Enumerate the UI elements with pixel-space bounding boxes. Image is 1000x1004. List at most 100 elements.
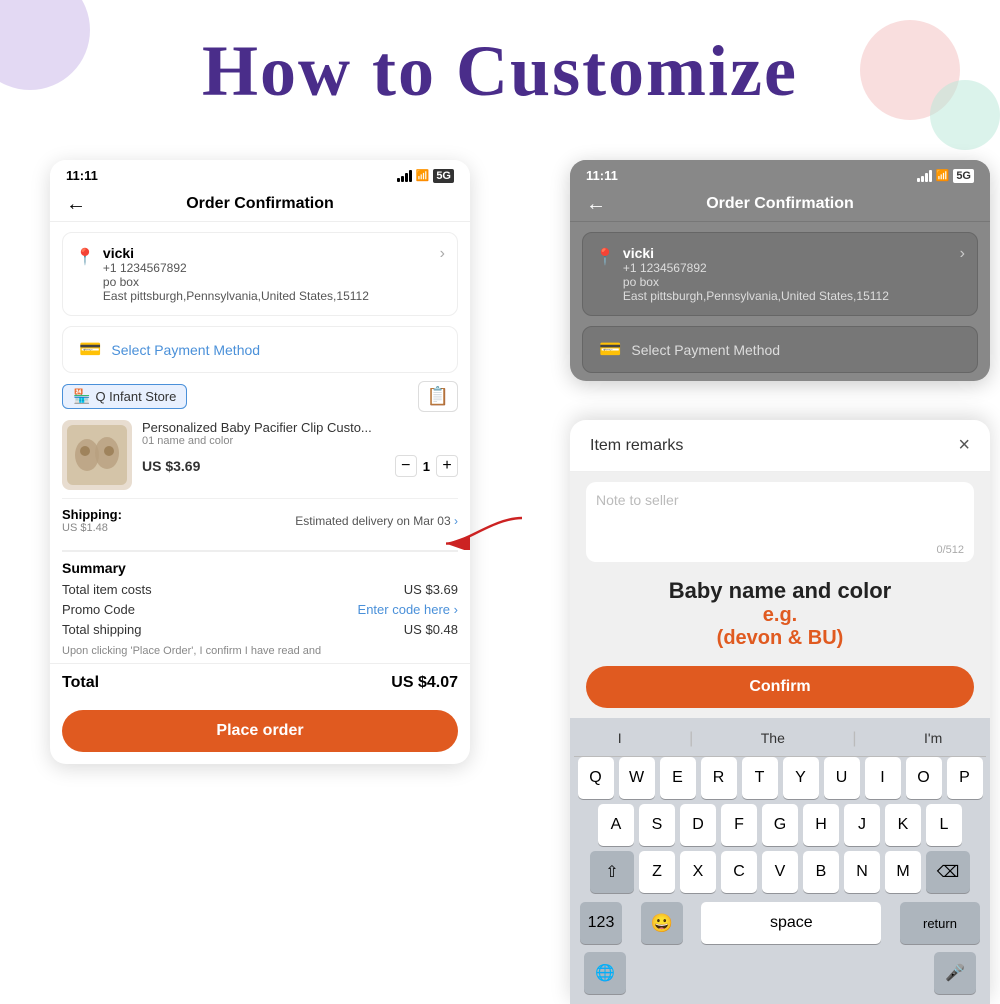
right-payment-label: Select Payment Method	[631, 342, 780, 358]
left-product-price: US $3.69	[142, 458, 200, 474]
suggestion-im[interactable]: I'm	[924, 730, 942, 748]
left-disclaimer: Upon clicking 'Place Order', I confirm I…	[62, 645, 458, 657]
place-order-button[interactable]: Place order	[62, 710, 458, 752]
keyboard-row-3: ⇧ Z X C V B N M ⌫	[574, 851, 986, 893]
key-e[interactable]: E	[660, 757, 696, 799]
popup-close-button[interactable]: ×	[958, 434, 970, 457]
key-y[interactable]: Y	[783, 757, 819, 799]
right-phone-screenshot: 11:11 📶 5G ← Order Confirmation 📍 vicki …	[570, 160, 990, 381]
popup-confirm-button[interactable]: Confirm	[586, 666, 974, 708]
keyboard-bottom-row: 123 😀 space return	[574, 898, 986, 948]
key-d[interactable]: D	[680, 804, 716, 846]
main-title: How to Customize	[0, 30, 1000, 113]
left-promo-row[interactable]: Promo Code Enter code here ›	[62, 602, 458, 617]
right-payment-icon: 💳	[599, 339, 621, 360]
key-n[interactable]: N	[844, 851, 880, 893]
key-c[interactable]: C	[721, 851, 757, 893]
right-address-phone: +1 1234567892	[623, 261, 960, 275]
right-location-icon: 📍	[595, 247, 615, 267]
key-m[interactable]: M	[885, 851, 921, 893]
left-status-time: 11:11	[66, 168, 98, 183]
right-address-name: vicki	[623, 245, 960, 261]
key-r[interactable]: R	[701, 757, 737, 799]
left-total-value: US $4.07	[391, 674, 458, 692]
right-address-card[interactable]: 📍 vicki +1 1234567892 po box East pittsb…	[582, 232, 978, 316]
left-promo-value[interactable]: Enter code here ›	[358, 602, 458, 617]
left-address-phone: +1 1234567892	[103, 261, 440, 275]
qty-increase-button[interactable]: +	[436, 455, 458, 477]
key-l[interactable]: L	[926, 804, 962, 846]
left-address-card[interactable]: 📍 vicki +1 1234567892 po box East pittsb…	[62, 232, 458, 316]
location-icon: 📍	[75, 247, 95, 267]
note-area[interactable]: Note to seller 0/512	[586, 482, 974, 562]
key-i[interactable]: I	[865, 757, 901, 799]
left-shipping-delivery: Estimated delivery on Mar 03 ›	[295, 514, 458, 528]
key-h[interactable]: H	[803, 804, 839, 846]
right-status-icons: 📶 5G	[917, 169, 974, 183]
key-o[interactable]: O	[906, 757, 942, 799]
return-key[interactable]: return	[900, 902, 980, 944]
network-icon: 5G	[433, 169, 454, 183]
right-address-line1: po box	[623, 275, 960, 289]
right-back-arrow-icon[interactable]: ←	[586, 193, 606, 216]
right-address-chevron-icon: ›	[960, 245, 965, 263]
key-u[interactable]: U	[824, 757, 860, 799]
key-s[interactable]: S	[639, 804, 675, 846]
baby-name-hint: Baby name and color e.g.(devon & BU)	[570, 572, 990, 660]
right-order-header: ← Order Confirmation	[570, 187, 990, 222]
left-address-info: vicki +1 1234567892 po box East pittsbur…	[103, 245, 440, 303]
right-status-bar: 11:11 📶 5G	[570, 160, 990, 187]
numbers-key[interactable]: 123	[580, 902, 622, 944]
key-z[interactable]: Z	[639, 851, 675, 893]
left-summary-section: Summary Total item costs US $3.69 Promo …	[62, 550, 458, 637]
left-header-title: Order Confirmation	[186, 195, 334, 213]
shift-key[interactable]: ⇧	[590, 851, 634, 893]
item-remarks-popup: Item remarks × Note to seller 0/512 Baby…	[570, 420, 990, 1004]
key-p[interactable]: P	[947, 757, 983, 799]
key-k[interactable]: K	[885, 804, 921, 846]
note-icon-button[interactable]: 📋	[418, 381, 458, 412]
left-address-line2: East pittsburgh,Pennsylvania,United Stat…	[103, 289, 440, 303]
key-j[interactable]: J	[844, 804, 880, 846]
left-total-items-row: Total item costs US $3.69	[62, 582, 458, 597]
delete-key[interactable]: ⌫	[926, 851, 970, 893]
left-qty-number: 1	[423, 459, 430, 474]
key-b[interactable]: B	[803, 851, 839, 893]
left-total-shipping-label: Total shipping	[62, 622, 142, 637]
key-v[interactable]: V	[762, 851, 798, 893]
left-product-info: Personalized Baby Pacifier Clip Custo...…	[142, 420, 458, 477]
left-product-row: Personalized Baby Pacifier Clip Custo...…	[62, 420, 458, 490]
space-key[interactable]: space	[701, 902, 881, 944]
key-t[interactable]: T	[742, 757, 778, 799]
key-a[interactable]: A	[598, 804, 634, 846]
popup-header: Item remarks ×	[570, 420, 990, 472]
payment-icon: 💳	[79, 339, 101, 360]
hint-title: Baby name and color	[580, 578, 980, 604]
left-product-variant: 01 name and color	[142, 435, 458, 447]
keyboard-row-1: Q W E R T Y U I O P	[574, 757, 986, 799]
suggestion-i[interactable]: I	[618, 730, 622, 748]
key-f[interactable]: F	[721, 804, 757, 846]
key-x[interactable]: X	[680, 851, 716, 893]
key-w[interactable]: W	[619, 757, 655, 799]
left-phone-screenshot: 11:11 📶 5G ← Order Confirmation 📍 vicki …	[50, 160, 470, 764]
left-total-shipping-value: US $0.48	[404, 622, 458, 637]
note-placeholder: Note to seller	[596, 492, 678, 508]
left-store-row: 🏪 Q Infant Store 📋	[62, 381, 458, 412]
left-status-bar: 11:11 📶 5G	[50, 160, 470, 187]
qty-decrease-button[interactable]: −	[395, 455, 417, 477]
suggestion-the[interactable]: The	[761, 730, 785, 748]
key-g[interactable]: G	[762, 804, 798, 846]
right-payment-row[interactable]: 💳 Select Payment Method	[582, 326, 978, 373]
mic-key[interactable]: 🎤	[934, 952, 976, 994]
left-qty-control: − 1 +	[395, 455, 458, 477]
key-q[interactable]: Q	[578, 757, 614, 799]
red-arrow-annotation	[440, 510, 540, 550]
left-total-shipping-row: Total shipping US $0.48	[62, 622, 458, 637]
globe-key[interactable]: 🌐	[584, 952, 626, 994]
left-product-name: Personalized Baby Pacifier Clip Custo...	[142, 420, 458, 435]
left-order-header: ← Order Confirmation	[50, 187, 470, 222]
back-arrow-icon[interactable]: ←	[66, 193, 86, 216]
left-payment-row[interactable]: 💳 Select Payment Method	[62, 326, 458, 373]
emoji-key[interactable]: 😀	[641, 902, 683, 944]
